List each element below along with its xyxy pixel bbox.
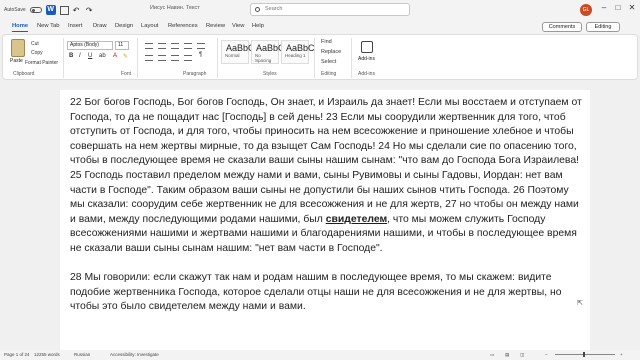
decrease-indent-icon[interactable]: [184, 43, 192, 49]
style-name: Heading 1: [285, 53, 306, 58]
comments-button[interactable]: Comments: [542, 22, 582, 32]
format-painter-button[interactable]: Format Painter: [25, 60, 58, 66]
paragraph-1-text-a: 22 Бог богов Господь, Бог богов Господь,…: [70, 97, 582, 225]
numbering-icon[interactable]: [158, 43, 166, 49]
addins-icon[interactable]: [361, 41, 373, 53]
zoom-in-icon[interactable]: +: [620, 352, 623, 357]
separator: [314, 38, 315, 78]
style-sample: AaBbCcDc: [256, 43, 301, 53]
underline-icon[interactable]: U: [88, 53, 92, 59]
font-color-icon[interactable]: A: [113, 53, 117, 59]
page-count[interactable]: Page 1 of 24: [4, 352, 30, 357]
document-page[interactable]: 22 Бог богов Господь, Бог богов Господь,…: [60, 90, 590, 360]
copy-button[interactable]: Copy: [31, 50, 43, 56]
justify-icon[interactable]: [184, 55, 192, 61]
document-body[interactable]: 22 Бог богов Господь, Бог богов Господь,…: [70, 96, 584, 330]
title-bar: AutoSave W ↶ ↷ Иисус Навин. Текст Search…: [0, 0, 640, 20]
style-heading-1[interactable]: AaBbC Heading 1: [281, 40, 315, 64]
mouse-pointer-icon: ⇱: [577, 300, 583, 307]
search-icon: [255, 7, 260, 12]
paragraph-group-label: Paragraph: [183, 71, 207, 77]
align-right-icon[interactable]: [171, 55, 179, 61]
document-title: Иисус Навин. Текст: [150, 5, 200, 11]
replace-button[interactable]: Replace: [321, 49, 341, 55]
style-sample: AaBbCcDc: [226, 43, 271, 53]
tab-view[interactable]: View: [232, 23, 244, 29]
save-icon[interactable]: [59, 5, 69, 15]
paragraph-1: 22 Бог богов Господь, Бог богов Господь,…: [70, 96, 584, 257]
paragraph-1-bold-word: свидетелем: [325, 213, 388, 225]
status-bar: Page 1 of 24 12255 words Russian Accessi…: [0, 350, 640, 360]
tab-insert[interactable]: Insert: [68, 23, 83, 29]
show-formatting-icon[interactable]: ¶: [199, 52, 202, 58]
font-size-select[interactable]: 11: [115, 41, 129, 50]
tab-home[interactable]: Home: [12, 23, 29, 32]
autosave-label: AutoSave: [4, 7, 26, 13]
style-sample: AaBbC: [286, 43, 315, 53]
addins-button-label[interactable]: Add-ins: [358, 56, 375, 62]
separator: [137, 38, 138, 78]
highlight-icon[interactable]: ✎: [123, 53, 128, 60]
font-name-select[interactable]: Aptos (Body): [67, 41, 113, 50]
zoom-slider-track[interactable]: [555, 354, 615, 355]
print-layout-icon[interactable]: ▤: [505, 352, 509, 358]
addins-group-label: Add-ins: [358, 71, 375, 77]
style-name: Normal: [225, 53, 240, 58]
tab-review[interactable]: Review: [206, 23, 225, 29]
cut-button[interactable]: Cut: [31, 41, 39, 47]
zoom-slider-thumb[interactable]: [583, 352, 585, 357]
avatar[interactable]: GL: [580, 4, 592, 16]
word-logo-icon: W: [45, 5, 56, 15]
zoom-out-icon[interactable]: –: [545, 352, 548, 357]
tab-design[interactable]: Design: [115, 23, 133, 29]
separator: [351, 38, 352, 78]
style-normal[interactable]: AaBbCcDc Normal: [221, 40, 271, 64]
increase-indent-icon[interactable]: [197, 43, 205, 49]
autosave-toggle[interactable]: [29, 7, 42, 13]
align-center-icon[interactable]: [158, 55, 166, 61]
accessibility-status[interactable]: Accessibility: Investigate: [110, 352, 159, 357]
quick-access-toolbar: AutoSave W ↶ ↷: [0, 5, 95, 15]
focus-icon[interactable]: ▭: [490, 352, 494, 358]
select-button[interactable]: Select: [321, 59, 336, 65]
paragraph-2: 28 Мы говорили: если скажут так нам и ро…: [70, 272, 562, 313]
tab-help[interactable]: Help: [252, 23, 264, 29]
style-name: No Spacing: [255, 53, 272, 63]
font-group-label: Font: [121, 71, 132, 77]
editing-mode-button[interactable]: Editing: [586, 22, 620, 32]
paste-icon[interactable]: [11, 39, 25, 57]
ribbon-tabs: Home New Tab Insert Draw Design Layout R…: [0, 20, 640, 34]
strikethrough-icon[interactable]: ab: [99, 53, 106, 59]
find-button[interactable]: Find: [321, 39, 332, 45]
close-button[interactable]: ✕: [626, 3, 638, 12]
italic-icon[interactable]: I: [79, 53, 81, 59]
search-input[interactable]: Search: [250, 3, 410, 16]
multilevel-list-icon[interactable]: [171, 43, 179, 49]
undo-icon[interactable]: ↶: [73, 6, 82, 15]
language-indicator[interactable]: Russian: [74, 352, 90, 357]
separator: [217, 38, 218, 78]
tab-layout[interactable]: Layout: [141, 23, 158, 29]
style-no-spacing[interactable]: AaBbCcDc No Spacing: [251, 40, 301, 64]
styles-group-label: Styles: [263, 71, 277, 77]
tab-references[interactable]: References: [168, 23, 198, 29]
tab-new-tab[interactable]: New Tab: [37, 23, 59, 29]
bold-icon[interactable]: B: [69, 53, 73, 59]
editing-group-label: Editing: [321, 71, 337, 77]
maximize-button[interactable]: □: [612, 3, 624, 12]
word-count[interactable]: 12255 words: [34, 352, 60, 357]
separator: [63, 38, 64, 78]
web-layout-icon[interactable]: ◫: [520, 352, 524, 358]
tab-draw[interactable]: Draw: [93, 23, 107, 29]
redo-icon[interactable]: ↷: [86, 6, 95, 15]
search-placeholder: Search: [265, 6, 283, 12]
document-canvas: 22 Бог богов Господь, Бог богов Господь,…: [0, 80, 640, 360]
minimize-button[interactable]: –: [598, 3, 610, 12]
paste-button-label[interactable]: Paste: [10, 58, 23, 64]
clipboard-group-label: Clipboard: [13, 71, 35, 77]
align-left-icon[interactable]: [145, 55, 153, 61]
ribbon: Paste Cut Copy Format Painter Clipboard …: [2, 34, 638, 80]
bullets-icon[interactable]: [145, 43, 153, 49]
